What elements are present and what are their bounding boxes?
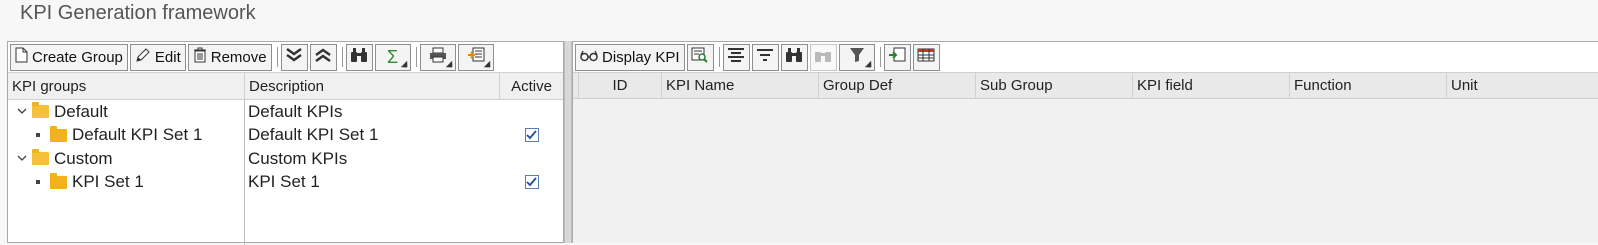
kpi-list-body: [573, 99, 1598, 243]
find-next-button[interactable]: [809, 43, 837, 71]
column-header-kpi-field[interactable]: KPI field: [1133, 73, 1290, 98]
glasses-icon: [580, 49, 598, 66]
kpi-groups-pane: Create Group Edit Remove Σ KPI groups De…: [7, 41, 564, 245]
sort-descending-button[interactable]: [751, 43, 779, 71]
export-button[interactable]: [883, 43, 911, 71]
active-cell: [500, 171, 563, 195]
column-header-active[interactable]: Active: [500, 73, 563, 99]
dropdown-arrow-icon: [445, 60, 452, 67]
left-toolbar: Create Group Edit Remove Σ: [8, 42, 563, 73]
binoculars-icon: [350, 47, 368, 67]
column-header-kpi-name[interactable]: KPI Name: [662, 73, 819, 98]
export-icon: [467, 47, 485, 67]
chevron-down-icon[interactable]: [16, 153, 28, 165]
tree-item-description: Default KPIs: [248, 101, 343, 121]
active-cell: [500, 147, 563, 171]
tree-bullet-icon: [36, 180, 40, 185]
active-cell: [500, 100, 563, 124]
dropdown-arrow-icon: [400, 60, 407, 67]
active-checkbox[interactable]: [524, 175, 539, 190]
column-header-kpi-groups[interactable]: KPI groups: [8, 73, 245, 99]
column-header-sub-group[interactable]: Sub Group: [976, 73, 1133, 98]
column-header-group-def[interactable]: Group Def: [819, 73, 976, 98]
toolbar-separator: [415, 47, 417, 67]
tree-item-label: Custom: [54, 148, 113, 168]
column-header-unit[interactable]: Unit: [1447, 73, 1598, 98]
export-button[interactable]: [457, 43, 494, 71]
dropdown-arrow-icon: [483, 60, 490, 67]
double-chevron-up-icon: [314, 47, 332, 67]
edit-button[interactable]: Edit: [129, 43, 186, 71]
tree-row[interactable]: KPI Set 1 KPI Set 1: [8, 171, 563, 195]
tree-row[interactable]: Default KPI Set 1 Default KPI Set 1: [8, 124, 563, 148]
find-button[interactable]: [780, 43, 808, 71]
pane-splitter[interactable]: [564, 41, 572, 243]
chevron-down-icon[interactable]: [16, 106, 28, 118]
toolbar-separator: [276, 47, 278, 67]
tree-item-description: Default KPI Set 1: [248, 125, 379, 145]
tree-row[interactable]: Default Default KPIs: [8, 100, 563, 124]
tree-item-label: Default: [54, 101, 108, 121]
double-chevron-down-icon: [285, 47, 303, 67]
details-button[interactable]: [686, 43, 714, 71]
dropdown-arrow-icon: [864, 60, 871, 67]
new-document-icon: [15, 47, 28, 67]
grid-table-icon: [917, 48, 935, 66]
print-button[interactable]: [419, 43, 456, 71]
collapse-all-button[interactable]: [309, 43, 337, 71]
align-center-icon: [727, 47, 745, 67]
column-header-description[interactable]: Description: [245, 73, 500, 99]
sum-icon: Σ: [387, 46, 399, 67]
export-icon: [888, 47, 906, 67]
kpi-list-pane: Display KPI ID KPI Name Group Def Sub Gr…: [572, 41, 1598, 243]
create-group-button[interactable]: Create Group: [10, 43, 128, 71]
folder-open-icon: [32, 102, 49, 119]
active-checkbox[interactable]: [524, 128, 539, 143]
tree-item-description: Custom KPIs: [248, 148, 348, 168]
filter-button[interactable]: [838, 43, 875, 71]
display-kpi-button[interactable]: Display KPI: [575, 43, 685, 71]
folder-icon: [50, 125, 67, 142]
checkmark-icon: [526, 130, 537, 140]
toolbar-separator: [341, 47, 343, 67]
column-divider: [244, 100, 245, 245]
trash-icon: [193, 47, 207, 67]
right-toolbar: Display KPI: [573, 42, 1598, 73]
tree-row[interactable]: Custom Custom KPIs: [8, 147, 563, 171]
column-header-id[interactable]: ID: [579, 73, 662, 98]
tree-bullet-icon: [36, 133, 40, 138]
find-button[interactable]: [345, 43, 373, 71]
magnifier-detail-icon: [691, 47, 709, 67]
toolbar-separator: [718, 47, 720, 67]
page-title: KPI Generation framework: [20, 2, 256, 24]
column-header-function[interactable]: Function: [1290, 73, 1447, 98]
sort-ascending-button[interactable]: [722, 43, 750, 71]
toolbar-separator: [879, 47, 881, 67]
layout-button[interactable]: [912, 43, 940, 71]
kpi-list-header: ID KPI Name Group Def Sub Group KPI fiel…: [573, 73, 1598, 99]
tree-item-label: Default KPI Set 1: [72, 125, 203, 145]
checkmark-icon: [526, 177, 537, 187]
kpi-groups-tree: Default Default KPIs Default KPI Set 1 D…: [8, 100, 563, 245]
folder-icon: [50, 172, 67, 189]
binoculars-icon: [785, 47, 803, 67]
expand-all-button[interactable]: [280, 43, 308, 71]
active-cell: [500, 124, 563, 148]
binoculars-plus-icon: [814, 47, 832, 67]
tree-item-description: KPI Set 1: [248, 172, 320, 192]
printer-icon: [429, 47, 447, 67]
filter-lines-icon: [756, 47, 774, 67]
tree-item-label: KPI Set 1: [72, 172, 144, 192]
kpi-groups-header: KPI groups Description Active: [8, 73, 563, 100]
pencil-icon: [135, 47, 151, 67]
sum-button[interactable]: Σ: [374, 43, 411, 71]
remove-button[interactable]: Remove: [187, 43, 272, 71]
folder-open-icon: [32, 149, 49, 166]
funnel-icon: [849, 47, 865, 67]
